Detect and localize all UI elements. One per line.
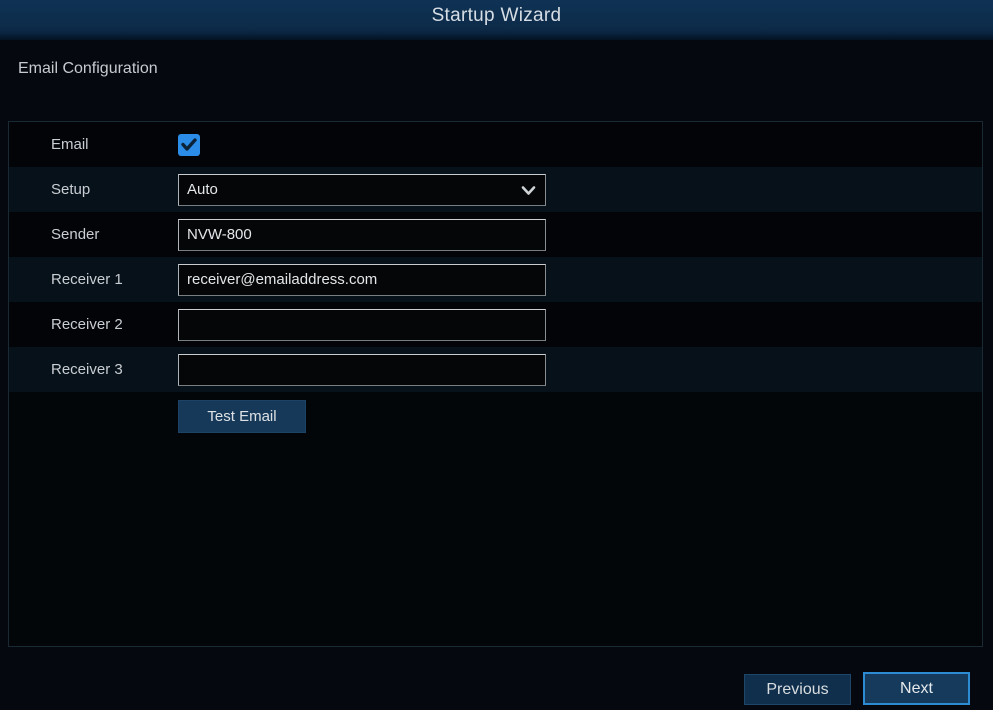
- email-config-panel: Email Setup Auto Sender Receiver: [8, 121, 983, 647]
- sender-input[interactable]: [178, 218, 546, 251]
- form-row-receiver-1: Receiver 1: [9, 257, 982, 302]
- previous-button[interactable]: Previous: [744, 674, 851, 705]
- receiver-1-input[interactable]: [178, 263, 546, 296]
- receiver-3-input[interactable]: [178, 353, 546, 386]
- setup-select[interactable]: Auto: [178, 173, 546, 206]
- receiver-2-label: Receiver 2: [51, 316, 123, 333]
- email-checkbox[interactable]: [178, 133, 200, 156]
- next-button[interactable]: Next: [863, 672, 970, 705]
- form-row-sender: Sender: [9, 212, 982, 257]
- form-row-setup: Setup Auto: [9, 167, 982, 212]
- form-row-receiver-3: Receiver 3: [9, 347, 982, 392]
- wizard-title-bar: Startup Wizard: [0, 0, 993, 40]
- form-row-email: Email: [9, 122, 982, 167]
- setup-label: Setup: [51, 181, 91, 198]
- receiver-1-label: Receiver 1: [51, 271, 123, 288]
- receiver-2-input[interactable]: [178, 308, 546, 341]
- receiver-3-label: Receiver 3: [51, 361, 123, 378]
- test-email-button[interactable]: Test Email: [178, 400, 306, 433]
- sender-label: Sender: [51, 226, 100, 243]
- checkmark-icon: [181, 137, 197, 151]
- email-label: Email: [51, 136, 89, 153]
- page-title: Email Configuration: [18, 60, 158, 77]
- form-row-receiver-2: Receiver 2: [9, 302, 982, 347]
- setup-select-value: Auto: [187, 181, 218, 198]
- wizard-title: Startup Wizard: [431, 5, 562, 26]
